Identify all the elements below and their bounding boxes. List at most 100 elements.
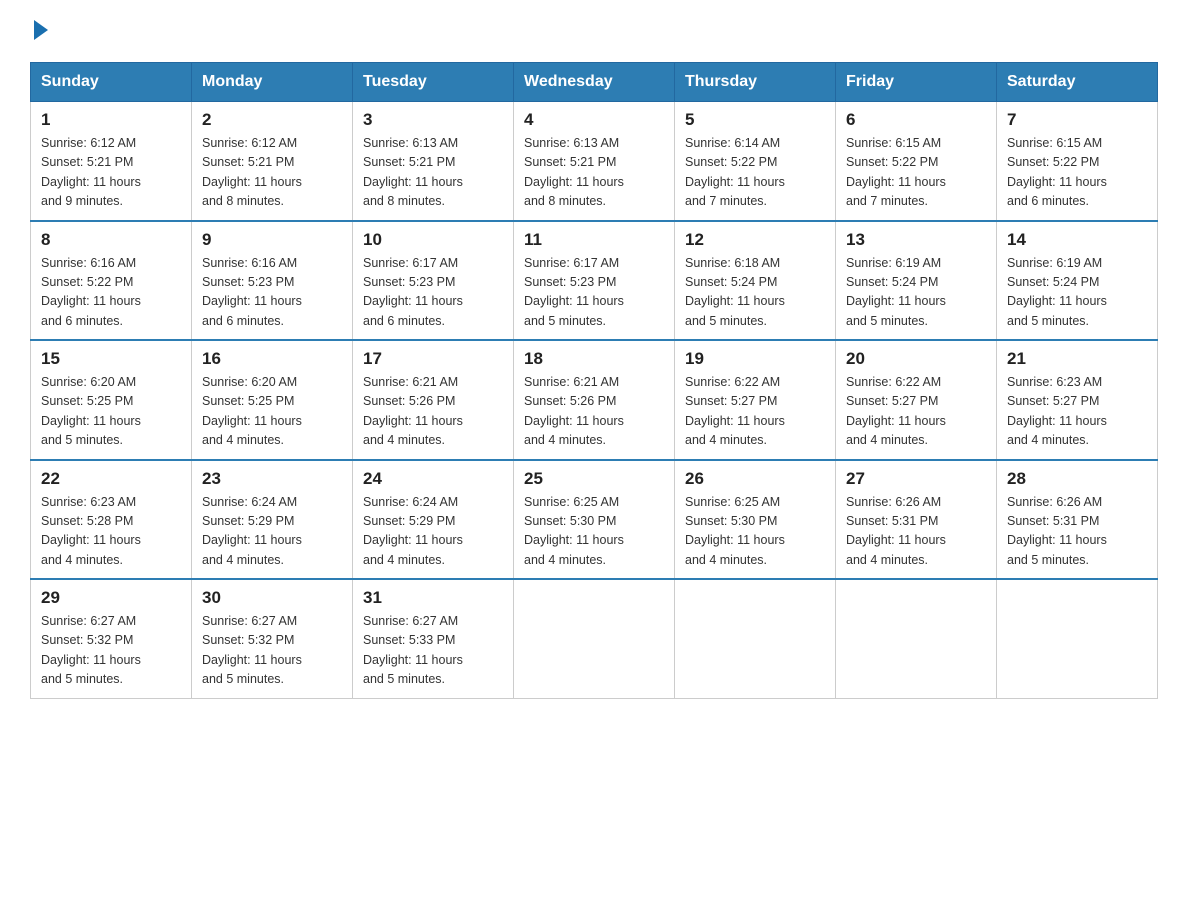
- calendar-cell: 18 Sunrise: 6:21 AM Sunset: 5:26 PM Dayl…: [514, 340, 675, 460]
- day-number: 16: [202, 349, 342, 369]
- calendar-cell: 29 Sunrise: 6:27 AM Sunset: 5:32 PM Dayl…: [31, 579, 192, 698]
- calendar-cell: 11 Sunrise: 6:17 AM Sunset: 5:23 PM Dayl…: [514, 221, 675, 341]
- calendar-cell: 5 Sunrise: 6:14 AM Sunset: 5:22 PM Dayli…: [675, 102, 836, 221]
- day-info: Sunrise: 6:21 AM Sunset: 5:26 PM Dayligh…: [363, 373, 503, 451]
- calendar-cell: 1 Sunrise: 6:12 AM Sunset: 5:21 PM Dayli…: [31, 102, 192, 221]
- calendar-cell: 4 Sunrise: 6:13 AM Sunset: 5:21 PM Dayli…: [514, 102, 675, 221]
- day-number: 24: [363, 469, 503, 489]
- day-info: Sunrise: 6:15 AM Sunset: 5:22 PM Dayligh…: [846, 134, 986, 212]
- day-number: 19: [685, 349, 825, 369]
- day-info: Sunrise: 6:13 AM Sunset: 5:21 PM Dayligh…: [524, 134, 664, 212]
- day-number: 22: [41, 469, 181, 489]
- day-number: 12: [685, 230, 825, 250]
- calendar-cell: 22 Sunrise: 6:23 AM Sunset: 5:28 PM Dayl…: [31, 460, 192, 580]
- weekday-header: Wednesday: [514, 63, 675, 102]
- calendar-cell: [514, 579, 675, 698]
- calendar-cell: 24 Sunrise: 6:24 AM Sunset: 5:29 PM Dayl…: [353, 460, 514, 580]
- day-number: 31: [363, 588, 503, 608]
- day-info: Sunrise: 6:23 AM Sunset: 5:27 PM Dayligh…: [1007, 373, 1147, 451]
- day-number: 20: [846, 349, 986, 369]
- calendar-cell: 16 Sunrise: 6:20 AM Sunset: 5:25 PM Dayl…: [192, 340, 353, 460]
- day-info: Sunrise: 6:19 AM Sunset: 5:24 PM Dayligh…: [1007, 254, 1147, 332]
- day-info: Sunrise: 6:19 AM Sunset: 5:24 PM Dayligh…: [846, 254, 986, 332]
- day-info: Sunrise: 6:16 AM Sunset: 5:22 PM Dayligh…: [41, 254, 181, 332]
- day-number: 15: [41, 349, 181, 369]
- day-number: 29: [41, 588, 181, 608]
- day-number: 8: [41, 230, 181, 250]
- calendar-cell: 10 Sunrise: 6:17 AM Sunset: 5:23 PM Dayl…: [353, 221, 514, 341]
- calendar-cell: 14 Sunrise: 6:19 AM Sunset: 5:24 PM Dayl…: [997, 221, 1158, 341]
- day-number: 14: [1007, 230, 1147, 250]
- calendar-table: SundayMondayTuesdayWednesdayThursdayFrid…: [30, 62, 1158, 699]
- calendar-cell: 9 Sunrise: 6:16 AM Sunset: 5:23 PM Dayli…: [192, 221, 353, 341]
- day-info: Sunrise: 6:27 AM Sunset: 5:32 PM Dayligh…: [202, 612, 342, 690]
- calendar-week-row: 29 Sunrise: 6:27 AM Sunset: 5:32 PM Dayl…: [31, 579, 1158, 698]
- day-number: 5: [685, 110, 825, 130]
- day-number: 4: [524, 110, 664, 130]
- calendar-cell: 15 Sunrise: 6:20 AM Sunset: 5:25 PM Dayl…: [31, 340, 192, 460]
- calendar-cell: 27 Sunrise: 6:26 AM Sunset: 5:31 PM Dayl…: [836, 460, 997, 580]
- day-info: Sunrise: 6:26 AM Sunset: 5:31 PM Dayligh…: [846, 493, 986, 571]
- calendar-cell: 8 Sunrise: 6:16 AM Sunset: 5:22 PM Dayli…: [31, 221, 192, 341]
- day-info: Sunrise: 6:27 AM Sunset: 5:32 PM Dayligh…: [41, 612, 181, 690]
- weekday-header: Saturday: [997, 63, 1158, 102]
- calendar-cell: 7 Sunrise: 6:15 AM Sunset: 5:22 PM Dayli…: [997, 102, 1158, 221]
- page-header: [30, 20, 1158, 42]
- calendar-cell: 31 Sunrise: 6:27 AM Sunset: 5:33 PM Dayl…: [353, 579, 514, 698]
- calendar-cell: 3 Sunrise: 6:13 AM Sunset: 5:21 PM Dayli…: [353, 102, 514, 221]
- day-info: Sunrise: 6:20 AM Sunset: 5:25 PM Dayligh…: [41, 373, 181, 451]
- day-info: Sunrise: 6:27 AM Sunset: 5:33 PM Dayligh…: [363, 612, 503, 690]
- day-number: 27: [846, 469, 986, 489]
- day-info: Sunrise: 6:25 AM Sunset: 5:30 PM Dayligh…: [524, 493, 664, 571]
- day-number: 28: [1007, 469, 1147, 489]
- day-number: 2: [202, 110, 342, 130]
- calendar-cell: [997, 579, 1158, 698]
- weekday-header: Monday: [192, 63, 353, 102]
- day-number: 26: [685, 469, 825, 489]
- logo-arrow-icon: [34, 20, 48, 40]
- day-info: Sunrise: 6:24 AM Sunset: 5:29 PM Dayligh…: [363, 493, 503, 571]
- day-info: Sunrise: 6:25 AM Sunset: 5:30 PM Dayligh…: [685, 493, 825, 571]
- calendar-cell: [675, 579, 836, 698]
- calendar-cell: 13 Sunrise: 6:19 AM Sunset: 5:24 PM Dayl…: [836, 221, 997, 341]
- calendar-cell: [836, 579, 997, 698]
- calendar-cell: 23 Sunrise: 6:24 AM Sunset: 5:29 PM Dayl…: [192, 460, 353, 580]
- day-number: 23: [202, 469, 342, 489]
- weekday-header-row: SundayMondayTuesdayWednesdayThursdayFrid…: [31, 63, 1158, 102]
- day-number: 18: [524, 349, 664, 369]
- day-info: Sunrise: 6:26 AM Sunset: 5:31 PM Dayligh…: [1007, 493, 1147, 571]
- calendar-cell: 19 Sunrise: 6:22 AM Sunset: 5:27 PM Dayl…: [675, 340, 836, 460]
- calendar-cell: 17 Sunrise: 6:21 AM Sunset: 5:26 PM Dayl…: [353, 340, 514, 460]
- logo: [30, 20, 48, 42]
- day-info: Sunrise: 6:17 AM Sunset: 5:23 PM Dayligh…: [524, 254, 664, 332]
- day-info: Sunrise: 6:23 AM Sunset: 5:28 PM Dayligh…: [41, 493, 181, 571]
- calendar-cell: 28 Sunrise: 6:26 AM Sunset: 5:31 PM Dayl…: [997, 460, 1158, 580]
- day-number: 3: [363, 110, 503, 130]
- day-info: Sunrise: 6:12 AM Sunset: 5:21 PM Dayligh…: [202, 134, 342, 212]
- weekday-header: Sunday: [31, 63, 192, 102]
- day-info: Sunrise: 6:16 AM Sunset: 5:23 PM Dayligh…: [202, 254, 342, 332]
- day-info: Sunrise: 6:14 AM Sunset: 5:22 PM Dayligh…: [685, 134, 825, 212]
- day-number: 7: [1007, 110, 1147, 130]
- calendar-week-row: 22 Sunrise: 6:23 AM Sunset: 5:28 PM Dayl…: [31, 460, 1158, 580]
- day-info: Sunrise: 6:18 AM Sunset: 5:24 PM Dayligh…: [685, 254, 825, 332]
- day-info: Sunrise: 6:22 AM Sunset: 5:27 PM Dayligh…: [846, 373, 986, 451]
- day-number: 13: [846, 230, 986, 250]
- calendar-cell: 20 Sunrise: 6:22 AM Sunset: 5:27 PM Dayl…: [836, 340, 997, 460]
- day-number: 21: [1007, 349, 1147, 369]
- calendar-cell: 2 Sunrise: 6:12 AM Sunset: 5:21 PM Dayli…: [192, 102, 353, 221]
- calendar-week-row: 1 Sunrise: 6:12 AM Sunset: 5:21 PM Dayli…: [31, 102, 1158, 221]
- day-number: 10: [363, 230, 503, 250]
- day-info: Sunrise: 6:22 AM Sunset: 5:27 PM Dayligh…: [685, 373, 825, 451]
- day-number: 9: [202, 230, 342, 250]
- day-number: 17: [363, 349, 503, 369]
- day-info: Sunrise: 6:20 AM Sunset: 5:25 PM Dayligh…: [202, 373, 342, 451]
- day-info: Sunrise: 6:24 AM Sunset: 5:29 PM Dayligh…: [202, 493, 342, 571]
- calendar-cell: 26 Sunrise: 6:25 AM Sunset: 5:30 PM Dayl…: [675, 460, 836, 580]
- day-number: 6: [846, 110, 986, 130]
- day-info: Sunrise: 6:12 AM Sunset: 5:21 PM Dayligh…: [41, 134, 181, 212]
- calendar-cell: 6 Sunrise: 6:15 AM Sunset: 5:22 PM Dayli…: [836, 102, 997, 221]
- calendar-cell: 25 Sunrise: 6:25 AM Sunset: 5:30 PM Dayl…: [514, 460, 675, 580]
- weekday-header: Tuesday: [353, 63, 514, 102]
- day-info: Sunrise: 6:13 AM Sunset: 5:21 PM Dayligh…: [363, 134, 503, 212]
